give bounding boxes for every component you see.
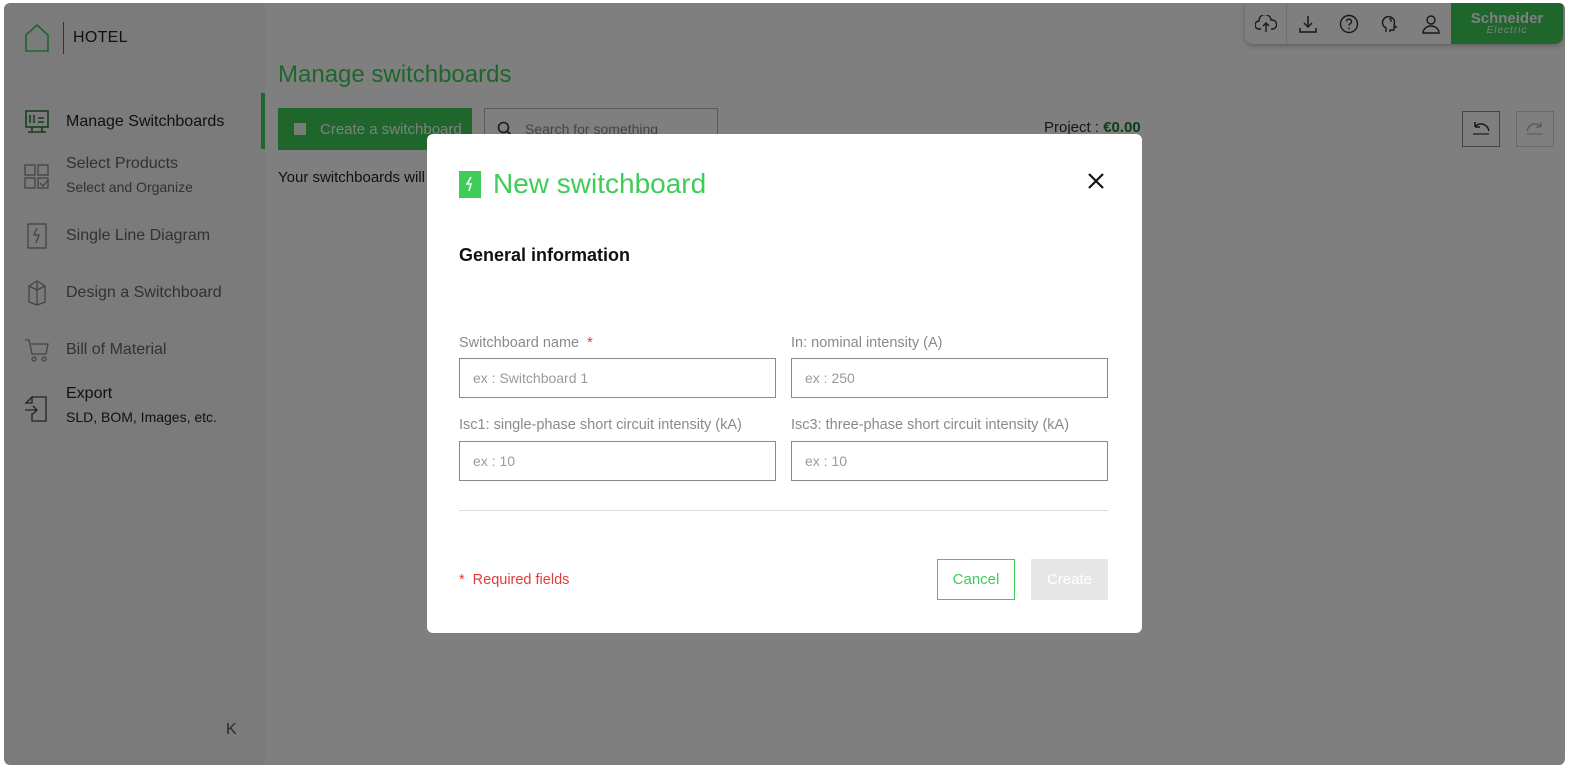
isc3-label: Isc3: three-phase short circuit intensit…: [791, 417, 1070, 433]
lightning-icon: [459, 170, 481, 198]
close-button[interactable]: [1085, 170, 1107, 192]
isc3-input[interactable]: [791, 441, 1108, 481]
close-icon: [1088, 173, 1104, 189]
new-switchboard-dialog: New switchboard General information Swit…: [427, 134, 1142, 633]
required-star: *: [459, 572, 465, 588]
required-fields-note: * Required fields: [459, 572, 569, 588]
switchboard-name-input[interactable]: [459, 358, 776, 398]
required-asterisk: *: [587, 335, 593, 351]
section-heading: General information: [459, 245, 631, 265]
nominal-intensity-input[interactable]: [791, 358, 1108, 398]
dialog-header: New switchboard: [459, 168, 706, 200]
switchboard-name-label: Switchboard name *: [459, 335, 593, 351]
app-window: HOTEL Manage Switchboards Select Product…: [4, 3, 1565, 765]
cancel-button[interactable]: Cancel: [937, 559, 1015, 600]
dialog-title: New switchboard: [493, 168, 707, 199]
nominal-intensity-label: In: nominal intensity (A): [791, 335, 943, 351]
required-fields-text: Required fields: [472, 572, 570, 588]
dialog-divider: [459, 510, 1108, 511]
create-button[interactable]: Create: [1031, 559, 1108, 600]
isc1-input[interactable]: [459, 441, 776, 481]
field-label-text: Switchboard name: [459, 335, 580, 351]
isc1-label: Isc1: single-phase short circuit intensi…: [459, 417, 742, 433]
